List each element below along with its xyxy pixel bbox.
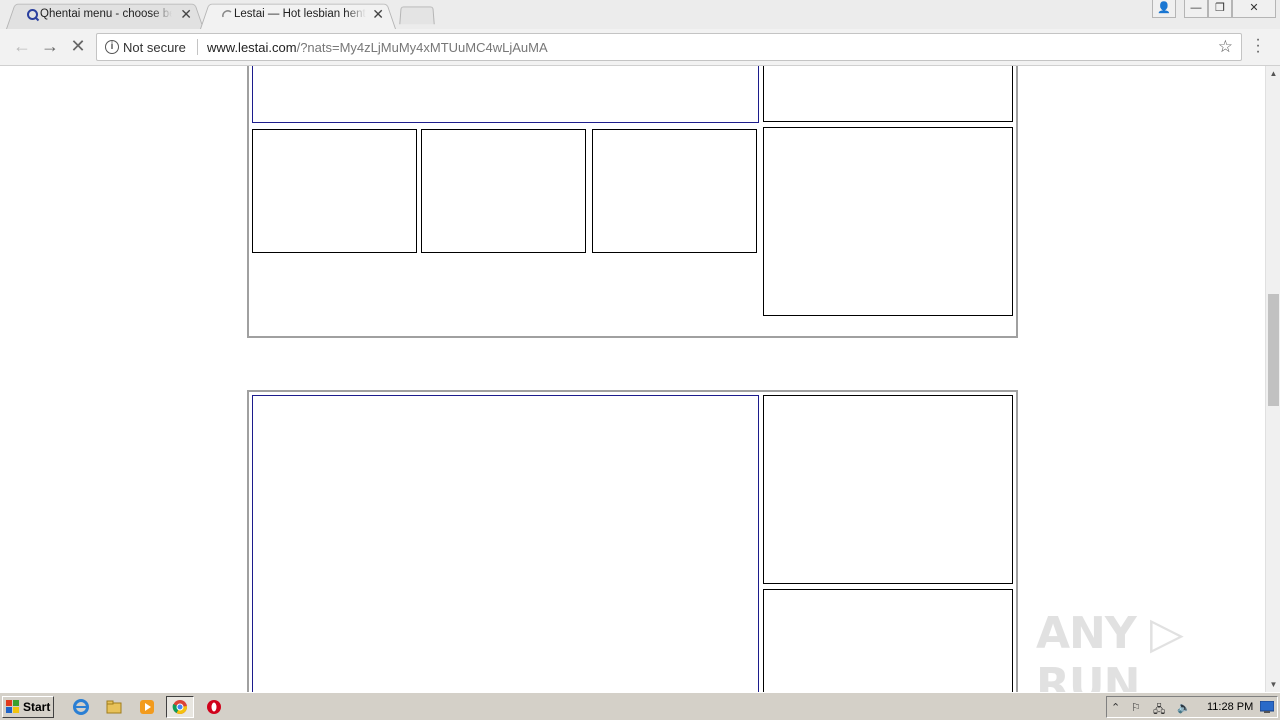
ad-block: [247, 66, 1018, 338]
minimize-button[interactable]: —: [1184, 0, 1208, 18]
loading-spinner-icon: [222, 10, 232, 18]
ad-slot-small[interactable]: [421, 129, 586, 253]
url-host: www.lestai.com: [207, 40, 297, 55]
windows-flag-icon: [6, 700, 19, 713]
tab-lestai[interactable]: Lestai — Hot lesbian hentai ✕: [200, 1, 396, 29]
tab-qhentai[interactable]: Qhentai menu - choose betw ✕: [6, 1, 204, 29]
show-desktop-icon[interactable]: [1260, 701, 1274, 713]
media-player-icon[interactable]: [138, 698, 156, 716]
windows-taskbar: Start ⌃ ⚐ 🖧 🔈 11:28 PM: [0, 692, 1280, 720]
anyrun-watermark: ANY ▷ RUN: [1036, 608, 1184, 692]
system-tray: ⌃ ⚐ 🖧 🔈 11:28 PM: [1106, 696, 1278, 718]
volume-icon[interactable]: 🔈: [1177, 701, 1191, 714]
back-button[interactable]: ←: [10, 35, 34, 59]
tab-close-icon[interactable]: ✕: [180, 1, 192, 28]
opera-icon[interactable]: [205, 698, 223, 716]
scroll-down-arrow-icon[interactable]: ▼: [1266, 677, 1280, 692]
tab-title: Qhentai menu - choose betw: [40, 8, 172, 20]
scroll-up-arrow-icon[interactable]: ▲: [1266, 66, 1280, 81]
forward-button[interactable]: →: [38, 35, 62, 59]
tab-title: Lestai — Hot lesbian hentai: [234, 8, 366, 20]
close-window-button[interactable]: ✕: [1232, 0, 1276, 18]
scrollbar-thumb[interactable]: [1268, 294, 1279, 406]
ad-slot-side[interactable]: [763, 395, 1013, 584]
ad-block: [247, 390, 1018, 692]
start-label: Start: [23, 700, 51, 714]
address-bar[interactable]: i Not secure www.lestai.com/?nats=My4zLj…: [96, 33, 1242, 61]
tray-expand-icon[interactable]: ⌃: [1111, 701, 1120, 714]
ad-slot-side[interactable]: [763, 127, 1013, 316]
start-button[interactable]: Start: [2, 696, 54, 718]
clock[interactable]: 11:28 PM: [1207, 701, 1253, 713]
url-text[interactable]: www.lestai.com/?nats=My4zLjMuMy4xMTUuMC4…: [207, 40, 548, 55]
chrome-icon: [172, 700, 187, 714]
ad-slot-large[interactable]: [252, 395, 759, 692]
ad-slot-small[interactable]: [592, 129, 757, 253]
ie-icon[interactable]: [72, 698, 90, 716]
tab-close-icon[interactable]: ✕: [372, 1, 384, 28]
ad-slot-small[interactable]: [252, 129, 417, 253]
tab-strip: Qhentai menu - choose betw ✕ Lestai — Ho…: [0, 0, 1280, 29]
network-icon[interactable]: 🖧: [1153, 701, 1165, 720]
qhentai-favicon-icon: [27, 9, 40, 22]
url-path: /?nats=My4zLjMuMy4xMTUuMC4wLjAuMA: [296, 40, 548, 55]
stop-button[interactable]: ✕: [66, 35, 90, 59]
bookmark-star-icon[interactable]: ☆: [1218, 37, 1233, 57]
explorer-icon[interactable]: [105, 698, 123, 716]
info-icon[interactable]: i: [105, 40, 119, 54]
security-status[interactable]: Not secure: [123, 40, 186, 55]
new-tab-button[interactable]: [399, 6, 435, 25]
ad-slot-side[interactable]: [763, 66, 1013, 122]
browser-toolbar: ← → ✕ i Not secure www.lestai.com/?nats=…: [0, 29, 1280, 66]
user-profile-icon[interactable]: 👤: [1152, 0, 1176, 18]
action-center-flag-icon[interactable]: ⚐: [1131, 701, 1141, 714]
ad-slot-large[interactable]: [252, 66, 759, 123]
restore-button[interactable]: ❐: [1208, 0, 1232, 18]
page-viewport: ANY ▷ RUN: [0, 66, 1265, 692]
chrome-taskbar-button[interactable]: [166, 696, 194, 718]
vertical-scrollbar[interactable]: ▲ ▼: [1265, 66, 1280, 692]
omnibox-divider: [197, 39, 198, 55]
chrome-menu-icon[interactable]: · · ·: [1252, 32, 1264, 60]
ad-slot-side[interactable]: [763, 589, 1013, 692]
